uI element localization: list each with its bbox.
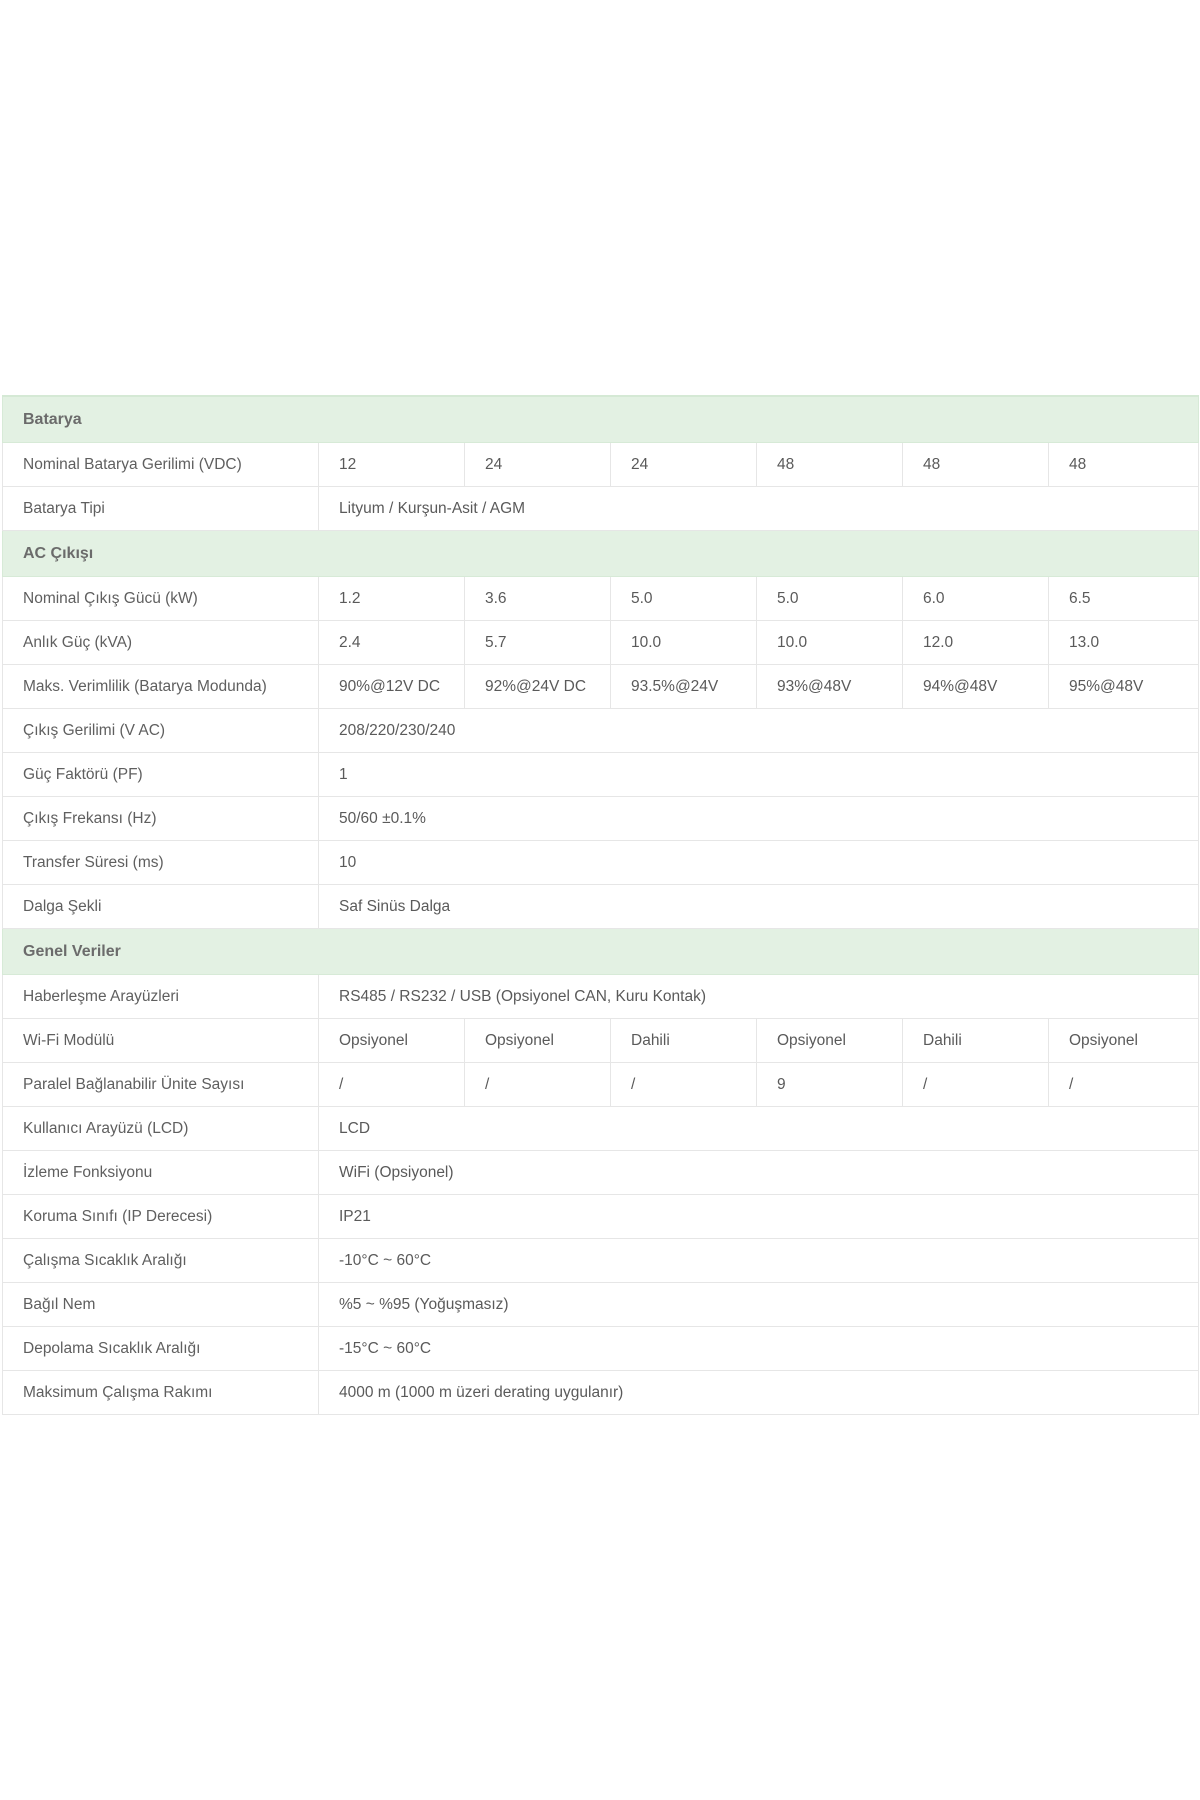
spec-value-model-3: Dahili	[610, 1018, 757, 1063]
spec-row-cikis-gerilimi-v-ac: Çıkış Gerilimi (V AC) 208/220/230/240	[2, 708, 1200, 753]
spec-value-model-3: 93.5%@24V	[610, 664, 757, 709]
spec-row-izleme-fonksiyonu: İzleme Fonksiyonu WiFi (Opsiyonel)	[2, 1150, 1200, 1195]
spec-row-transfer-suresi-ms: Transfer Süresi (ms) 10	[2, 840, 1200, 885]
spec-label: Anlık Güç (kVA)	[2, 620, 319, 665]
spec-row-nominal-cikis-gucu-kw: Nominal Çıkış Gücü (kW) 1.2 3.6 5.0 5.0 6.0 6.…	[2, 576, 1200, 621]
spec-value-model-4: 9	[756, 1062, 903, 1107]
spec-row-depolama-sicaklik-araligi: Depolama Sıcaklık Aralığı -15°C ~ 60°C	[2, 1326, 1200, 1371]
section-title: Batarya	[1, 395, 1200, 443]
spec-value-model-3: 5.0	[610, 576, 757, 621]
section-header-batarya: Batarya	[1, 395, 1200, 443]
spec-value-model-1: 1.2	[318, 576, 465, 621]
spec-value: -10°C ~ 60°C	[317, 1238, 1200, 1283]
spec-value: 10	[317, 840, 1200, 885]
spec-value-model-2: /	[464, 1062, 611, 1107]
spec-value: IP21	[317, 1194, 1200, 1239]
spec-label: Kullanıcı Arayüzü (LCD)	[2, 1106, 319, 1151]
spec-label: Güç Faktörü (PF)	[2, 752, 319, 797]
spec-value-model-6: 95%@48V	[1047, 664, 1200, 709]
spec-table-container: Batarya Nominal Batarya Gerilimi (VDC) 12 2…	[1, 395, 1200, 1415]
spec-value-model-5: /	[902, 1062, 1049, 1107]
spec-label: Bağıl Nem	[2, 1282, 319, 1327]
spec-value-model-6: /	[1047, 1062, 1200, 1107]
spec-label: Haberleşme Arayüzleri	[2, 974, 319, 1019]
spec-row-maks-verimlilik-batarya-modunda: Maks. Verimlilik (Batarya Modunda) 90%@12…	[2, 664, 1200, 709]
spec-row-nominal-batarya-gerilimi-vdc: Nominal Batarya Gerilimi (VDC) 12 24 24 48 48…	[2, 442, 1200, 487]
spec-value: %5 ~ %95 (Yoğuşmasız)	[317, 1282, 1200, 1327]
spec-label: Koruma Sınıfı (IP Derecesi)	[2, 1194, 319, 1239]
spec-value-model-2: Opsiyonel	[464, 1018, 611, 1063]
spec-value-model-1: Opsiyonel	[318, 1018, 465, 1063]
spec-label: İzleme Fonksiyonu	[2, 1150, 319, 1195]
spec-value-model-1: 12	[318, 442, 465, 487]
spec-label: Nominal Çıkış Gücü (kW)	[2, 576, 319, 621]
spec-row-dalga-sekli: Dalga Şekli Saf Sinüs Dalga	[2, 884, 1200, 929]
section-header-genel-veriler: Genel Veriler	[1, 928, 1200, 975]
spec-value-model-2: 3.6	[464, 576, 611, 621]
spec-label: Çıkış Frekansı (Hz)	[2, 796, 319, 841]
spec-value: 4000 m (1000 m üzeri derating uygulanır)	[317, 1370, 1200, 1415]
spec-value: RS485 / RS232 / USB (Opsiyonel CAN, Kuru…	[317, 974, 1200, 1019]
section-title: Genel Veriler	[1, 928, 1200, 975]
spec-row-anlik-guc-kva: Anlık Güç (kVA) 2.4 5.7 10.0 10.0 12.0 13.0	[2, 620, 1200, 665]
spec-table: Batarya Nominal Batarya Gerilimi (VDC) 12 2…	[1, 395, 1200, 1415]
spec-value-model-4: 48	[756, 442, 903, 487]
section-header-ac-cikisi: AC Çıkışı	[1, 530, 1200, 577]
spec-value: 50/60 ±0.1%	[317, 796, 1200, 841]
spec-value-model-2: 24	[464, 442, 611, 487]
spec-row-cikis-frekansi-hz: Çıkış Frekansı (Hz) 50/60 ±0.1%	[2, 796, 1200, 841]
spec-label: Dalga Şekli	[2, 884, 319, 929]
spec-value: -15°C ~ 60°C	[317, 1326, 1200, 1371]
spec-row-calisma-sicaklik-araligi: Çalışma Sıcaklık Aralığı -10°C ~ 60°C	[2, 1238, 1200, 1283]
spec-value-model-3: /	[610, 1062, 757, 1107]
spec-value: 1	[317, 752, 1200, 797]
spec-label: Maks. Verimlilik (Batarya Modunda)	[2, 664, 319, 709]
spec-value-model-1: 2.4	[318, 620, 465, 665]
spec-value-model-6: Opsiyonel	[1047, 1018, 1200, 1063]
spec-label: Çalışma Sıcaklık Aralığı	[2, 1238, 319, 1283]
spec-row-wi-fi-modulu: Wi-Fi Modülü Opsiyonel Opsiyonel Dahili Opsi…	[2, 1018, 1200, 1063]
spec-row-koruma-sinifi-ip-derecesi: Koruma Sınıfı (IP Derecesi) IP21	[2, 1194, 1200, 1239]
spec-value-model-6: 6.5	[1047, 576, 1200, 621]
spec-row-guc-faktoru-pf: Güç Faktörü (PF) 1	[2, 752, 1200, 797]
spec-value-model-1: 90%@12V DC	[318, 664, 465, 709]
spec-row-kullanici-arayuzu-lcd: Kullanıcı Arayüzü (LCD) LCD	[2, 1106, 1200, 1151]
spec-table-body: Batarya Nominal Batarya Gerilimi (VDC) 12 2…	[1, 395, 1200, 1415]
spec-value-model-6: 48	[1047, 442, 1200, 487]
spec-row-paralel-baglanabilir-unite-sayisi: Paralel Bağlanabilir Ünite Sayısı / //9//	[2, 1062, 1200, 1107]
spec-row-bagil-nem: Bağıl Nem %5 ~ %95 (Yoğuşmasız)	[2, 1282, 1200, 1327]
spec-value: LCD	[317, 1106, 1200, 1151]
spec-value-model-3: 24	[610, 442, 757, 487]
spec-value-model-4: Opsiyonel	[756, 1018, 903, 1063]
spec-value-model-4: 93%@48V	[756, 664, 903, 709]
spec-value-model-6: 13.0	[1047, 620, 1200, 665]
spec-value-model-5: 12.0	[902, 620, 1049, 665]
spec-value-model-5: 94%@48V	[902, 664, 1049, 709]
spec-label: Batarya Tipi	[2, 486, 319, 531]
spec-value-model-2: 5.7	[464, 620, 611, 665]
spec-label: Paralel Bağlanabilir Ünite Sayısı	[2, 1062, 319, 1107]
spec-value-model-3: 10.0	[610, 620, 757, 665]
spec-value-model-5: 6.0	[902, 576, 1049, 621]
spec-value: Saf Sinüs Dalga	[317, 884, 1200, 929]
spec-row-batarya-tipi: Batarya Tipi Lityum / Kurşun-Asit / AGM	[2, 486, 1200, 531]
spec-value-model-4: 5.0	[756, 576, 903, 621]
spec-value-model-5: 48	[902, 442, 1049, 487]
spec-value: Lityum / Kurşun-Asit / AGM	[317, 486, 1200, 531]
spec-row-haberlesme-arayuzleri: Haberleşme Arayüzleri RS485 / RS232 / USB…	[2, 974, 1200, 1019]
spec-row-maksimum-calisma-rakimi: Maksimum Çalışma Rakımı 4000 m (1000 m üz…	[2, 1370, 1200, 1415]
spec-label: Maksimum Çalışma Rakımı	[2, 1370, 319, 1415]
section-title: AC Çıkışı	[1, 530, 1200, 577]
spec-value: 208/220/230/240	[317, 708, 1200, 753]
spec-label: Wi-Fi Modülü	[2, 1018, 319, 1063]
spec-value-model-5: Dahili	[902, 1018, 1049, 1063]
spec-value-model-4: 10.0	[756, 620, 903, 665]
spec-value: WiFi (Opsiyonel)	[317, 1150, 1200, 1195]
spec-value-model-2: 92%@24V DC	[464, 664, 611, 709]
spec-value-model-1: /	[318, 1062, 465, 1107]
spec-label: Çıkış Gerilimi (V AC)	[2, 708, 319, 753]
spec-label: Depolama Sıcaklık Aralığı	[2, 1326, 319, 1371]
spec-label: Transfer Süresi (ms)	[2, 840, 319, 885]
spec-label: Nominal Batarya Gerilimi (VDC)	[2, 442, 319, 487]
